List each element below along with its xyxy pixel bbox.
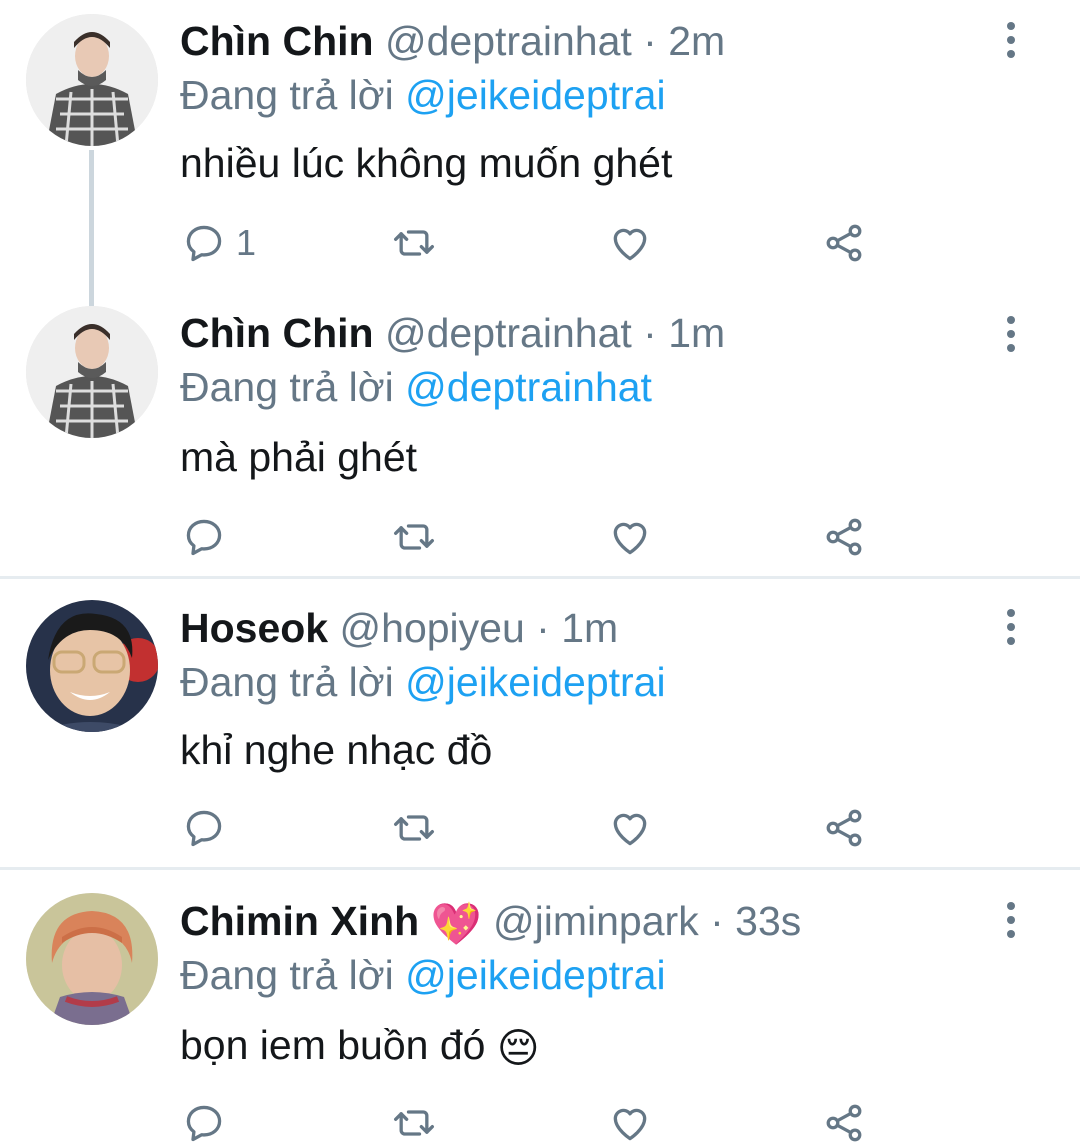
heart-icon xyxy=(608,221,652,265)
reply-icon xyxy=(182,515,226,559)
avatar[interactable] xyxy=(26,600,158,732)
more-vertical-icon[interactable] xyxy=(996,18,1026,62)
avatar[interactable] xyxy=(26,893,158,1025)
share-button[interactable] xyxy=(822,1098,866,1148)
like-button[interactable] xyxy=(608,218,652,268)
tweet-actions xyxy=(0,512,1080,562)
replying-to-mention[interactable]: @deptrainhat xyxy=(405,364,652,410)
tweet-3[interactable]: Hoseok @hopiyeu · 1m Đang trả lời @jeike… xyxy=(0,579,1080,867)
share-button[interactable] xyxy=(822,512,866,562)
replying-to-label: Đang trả lời xyxy=(180,659,394,705)
tweet-header: Chìn Chin @deptrainhat · 1m xyxy=(180,308,725,358)
like-button[interactable] xyxy=(608,1098,652,1148)
tweet-text: khỉ nghe nhạc đồ xyxy=(180,727,493,773)
reply-icon xyxy=(182,221,226,265)
replying-to: Đang trả lời @jeikeideptrai xyxy=(180,950,666,1000)
tweet-text: nhiều lúc không muốn ghét xyxy=(180,140,673,186)
share-icon xyxy=(822,221,866,265)
display-name[interactable]: Chìn Chin xyxy=(180,18,374,64)
replying-to-label: Đang trả lời xyxy=(180,952,394,998)
tweet-text-content: bọn iem buồn đó xyxy=(180,1022,486,1068)
share-icon xyxy=(822,515,866,559)
separator: · xyxy=(710,898,724,944)
handle[interactable]: @deptrainhat xyxy=(385,18,632,64)
retweet-icon xyxy=(392,1101,436,1145)
tweet-header: Hoseok @hopiyeu · 1m xyxy=(180,603,618,653)
more-vertical-icon[interactable] xyxy=(996,898,1026,942)
display-name[interactable]: Hoseok xyxy=(180,605,328,651)
handle[interactable]: @jiminpark xyxy=(493,898,699,944)
like-button[interactable] xyxy=(608,512,652,562)
avatar[interactable] xyxy=(26,14,158,146)
retweet-icon xyxy=(392,806,436,850)
handle[interactable]: @deptrainhat xyxy=(385,310,632,356)
replying-to: Đang trả lời @deptrainhat xyxy=(180,362,652,412)
separator: · xyxy=(536,605,550,651)
tweet-1[interactable]: Chìn Chin @deptrainhat · 2m Đang trả lời… xyxy=(0,0,1080,300)
share-button[interactable] xyxy=(822,803,866,853)
pensive-face-emoji: 😔 xyxy=(496,1025,540,1072)
retweet-icon xyxy=(392,221,436,265)
avatar[interactable] xyxy=(26,306,158,438)
share-button[interactable] xyxy=(822,218,866,268)
share-icon xyxy=(822,806,866,850)
timestamp[interactable]: 1m xyxy=(668,310,725,356)
retweet-icon xyxy=(392,515,436,559)
more-vertical-icon[interactable] xyxy=(996,312,1026,356)
replying-to: Đang trả lời @jeikeideptrai xyxy=(180,657,666,707)
tweet-actions xyxy=(0,803,1080,853)
retweet-button[interactable] xyxy=(392,1098,436,1148)
like-button[interactable] xyxy=(608,803,652,853)
reply-button[interactable] xyxy=(182,803,226,853)
replying-to-mention[interactable]: @jeikeideptrai xyxy=(405,952,665,998)
heart-icon xyxy=(608,806,652,850)
retweet-button[interactable] xyxy=(392,218,436,268)
retweet-button[interactable] xyxy=(392,512,436,562)
display-name[interactable]: Chimin Xinh xyxy=(180,898,419,944)
reply-icon xyxy=(182,1101,226,1145)
tweet-actions: 1 xyxy=(0,218,1080,268)
timestamp[interactable]: 1m xyxy=(561,605,618,651)
share-icon xyxy=(822,1101,866,1145)
tweet-header: Chimin Xinh 💖 @jiminpark · 33s xyxy=(180,896,801,949)
reply-button[interactable] xyxy=(182,512,226,562)
tweet-4[interactable]: Chimin Xinh 💖 @jiminpark · 33s Đang trả … xyxy=(0,870,1080,1142)
timestamp[interactable]: 33s xyxy=(735,898,801,944)
retweet-button[interactable] xyxy=(392,803,436,853)
display-name[interactable]: Chìn Chin xyxy=(180,310,374,356)
replying-to-label: Đang trả lời xyxy=(180,72,394,118)
tweet-text: mà phải ghét xyxy=(180,434,418,480)
reply-button[interactable]: 1 xyxy=(182,218,256,268)
timestamp[interactable]: 2m xyxy=(668,18,725,64)
more-vertical-icon[interactable] xyxy=(996,605,1026,649)
tweet-text: bọn iem buồn đó 😔 xyxy=(180,1020,540,1073)
replying-to: Đang trả lời @jeikeideptrai xyxy=(180,70,666,120)
tweet-header: Chìn Chin @deptrainhat · 2m xyxy=(180,16,725,66)
heart-icon xyxy=(608,1101,652,1145)
separator: · xyxy=(643,18,657,64)
sparkling-heart-emoji: 💖 xyxy=(430,901,482,948)
replying-to-label: Đang trả lời xyxy=(180,364,394,410)
handle[interactable]: @hopiyeu xyxy=(340,605,525,651)
reply-count: 1 xyxy=(236,222,257,263)
tweet-actions xyxy=(0,1098,1080,1148)
replying-to-mention[interactable]: @jeikeideptrai xyxy=(405,659,665,705)
separator: · xyxy=(643,310,657,356)
reply-button[interactable] xyxy=(182,1098,226,1148)
replying-to-mention[interactable]: @jeikeideptrai xyxy=(405,72,665,118)
reply-icon xyxy=(182,806,226,850)
heart-icon xyxy=(608,515,652,559)
tweet-2[interactable]: Chìn Chin @deptrainhat · 1m Đang trả lời… xyxy=(0,300,1080,576)
